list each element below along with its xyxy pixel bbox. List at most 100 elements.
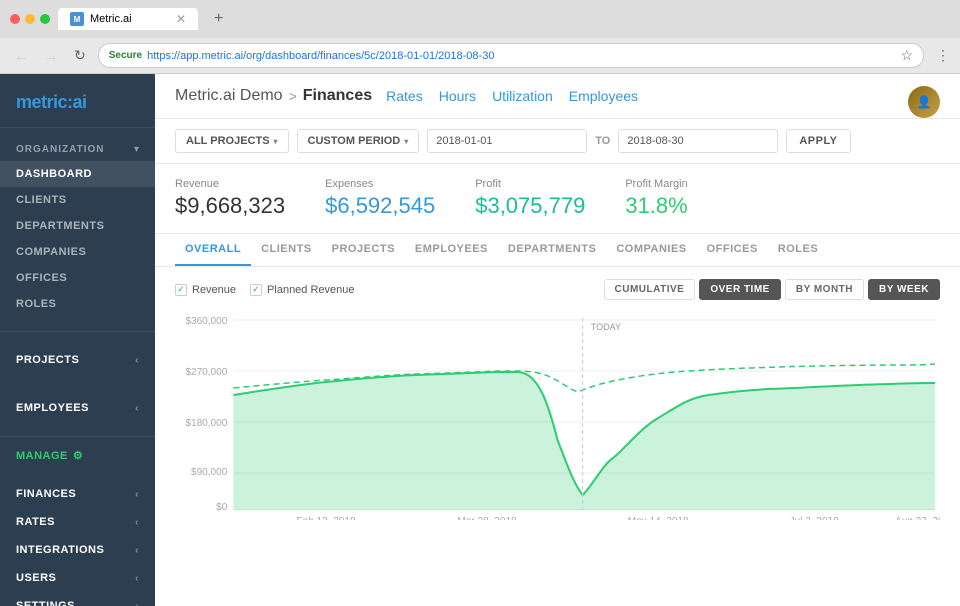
rates-arrow-icon: ‹	[135, 517, 139, 528]
cumulative-button[interactable]: CUMULATIVE	[604, 279, 696, 300]
over-time-button[interactable]: OVER TIME	[699, 279, 781, 300]
by-month-button[interactable]: BY MONTH	[785, 279, 864, 300]
breadcrumb-separator: >	[289, 88, 297, 104]
planned-checkbox[interactable]: ✓	[250, 284, 262, 296]
date-to-input[interactable]	[618, 129, 778, 153]
close-window-button[interactable]	[10, 14, 20, 24]
x-label-mar28: Mar 28, 2018	[457, 516, 517, 520]
tab-overall[interactable]: OVERALL	[175, 234, 251, 266]
minimize-window-button[interactable]	[25, 14, 35, 24]
y-label-90k: $90,000	[191, 467, 228, 478]
legend-planned: ✓ Planned Revenue	[250, 284, 354, 296]
rates-label: RATES	[16, 516, 55, 528]
app-container: metric:ai ORGANIZATION ▾ DASHBOARD CLIEN…	[0, 74, 960, 606]
sidebar-divider-1	[0, 331, 155, 332]
legend-revenue-label: Revenue	[192, 284, 236, 296]
chart-legend: ✓ Revenue ✓ Planned Revenue	[175, 284, 355, 296]
legend-revenue: ✓ Revenue	[175, 284, 236, 296]
today-label: TODAY	[591, 322, 621, 332]
dashboard-label: DASHBOARD	[16, 168, 92, 180]
sidebar-item-clients[interactable]: CLIENTS	[0, 187, 155, 213]
y-label-0: $0	[216, 502, 228, 513]
users-arrow-icon: ‹	[135, 573, 139, 584]
url-path: /org/dashboard/finances/5c/2018-01-01/20…	[243, 50, 494, 62]
finances-group-header[interactable]: FINANCES ‹	[0, 480, 155, 508]
expenses-stat: Expenses $6,592,545	[325, 178, 435, 219]
main-content: Metric.ai Demo > Finances Rates Hours Ut…	[155, 74, 960, 606]
maximize-window-button[interactable]	[40, 14, 50, 24]
back-button[interactable]: ←	[10, 46, 32, 66]
address-bar[interactable]: Secure https://app.metric.ai/org/dashboa…	[98, 43, 924, 68]
expenses-value: $6,592,545	[325, 193, 435, 219]
browser-titlebar: M Metric.ai ✕ +	[0, 0, 960, 38]
custom-period-label: CUSTOM PERIOD	[308, 135, 401, 147]
forward-button[interactable]: →	[40, 46, 62, 66]
finances-arrow-icon: ‹	[135, 489, 139, 500]
breadcrumb-links: Rates Hours Utilization Employees	[386, 88, 638, 104]
y-label-270k: $270,000	[185, 367, 227, 378]
all-projects-arrow-icon: ▾	[274, 137, 278, 146]
by-week-button[interactable]: BY WEEK	[868, 279, 940, 300]
new-tab-button[interactable]: +	[206, 6, 231, 32]
tab-clients[interactable]: CLIENTS	[251, 234, 322, 266]
tab-offices[interactable]: OFFICES	[697, 234, 768, 266]
tab-companies[interactable]: COMPANIES	[606, 234, 696, 266]
tab-roles[interactable]: ROLES	[768, 234, 828, 266]
employees-section: EMPLOYEES ‹	[0, 384, 155, 432]
refresh-button[interactable]: ↻	[70, 45, 90, 66]
logo-accent: :ai	[67, 92, 87, 112]
date-from-input[interactable]	[427, 129, 587, 153]
employees-arrow-icon: ‹	[135, 403, 139, 414]
org-section-header[interactable]: ORGANIZATION ▾	[0, 138, 155, 161]
rates-group-header[interactable]: RATES ‹	[0, 508, 155, 536]
bookmark-icon[interactable]: ☆	[900, 47, 913, 64]
x-label-aug27: Aug 27, 2018	[895, 516, 940, 520]
nav-rates-link[interactable]: Rates	[386, 88, 423, 104]
employees-group-header[interactable]: EMPLOYEES ‹	[0, 394, 155, 422]
sidebar-item-roles[interactable]: ROLES	[0, 291, 155, 317]
revenue-checkbox[interactable]: ✓	[175, 284, 187, 296]
revenue-value: $9,668,323	[175, 193, 285, 219]
nav-utilization-link[interactable]: Utilization	[492, 88, 553, 104]
user-avatar[interactable]: 👤	[908, 86, 940, 118]
org-arrow-icon: ▾	[134, 144, 139, 155]
secure-badge: Secure	[109, 50, 142, 61]
breadcrumb-current: Finances	[303, 87, 372, 105]
tab-projects[interactable]: PROJECTS	[322, 234, 405, 266]
breadcrumb-org: Metric.ai Demo	[175, 87, 283, 105]
tab-close-button[interactable]: ✕	[176, 12, 186, 26]
tab-favicon: M	[70, 12, 84, 26]
all-projects-label: ALL PROJECTS	[186, 135, 270, 147]
users-group-header[interactable]: USERS ‹	[0, 564, 155, 592]
manage-header: MANAGE ⚙	[0, 441, 155, 470]
tab-title: Metric.ai	[90, 13, 132, 25]
org-section: ORGANIZATION ▾ DASHBOARD CLIENTS DEPARTM…	[0, 128, 155, 327]
tab-employees[interactable]: EMPLOYEES	[405, 234, 498, 266]
custom-period-dropdown[interactable]: CUSTOM PERIOD ▾	[297, 129, 420, 153]
departments-label: DEPARTMENTS	[16, 220, 104, 232]
revenue-label: Revenue	[175, 178, 285, 190]
settings-group-header[interactable]: SETTINGS ‹	[0, 592, 155, 606]
apply-button[interactable]: APPLY	[786, 129, 850, 153]
nav-employees-link[interactable]: Employees	[569, 88, 638, 104]
sidebar-item-companies[interactable]: COMPANIES	[0, 239, 155, 265]
sidebar-item-offices[interactable]: OFFICES	[0, 265, 155, 291]
browser-menu-icon[interactable]: ⋮	[936, 47, 950, 64]
tab-departments[interactable]: DEPARTMENTS	[498, 234, 606, 266]
projects-group-header[interactable]: PROJECTS ‹	[0, 346, 155, 374]
chart-container: $360,000 $270,000 $180,000 $90,000 $0	[175, 310, 940, 520]
integrations-group-header[interactable]: INTEGRATIONS ‹	[0, 536, 155, 564]
browser-tab[interactable]: M Metric.ai ✕	[58, 8, 198, 30]
filters-bar: ALL PROJECTS ▾ CUSTOM PERIOD ▾ TO APPLY	[155, 119, 960, 164]
sidebar-item-dashboard[interactable]: DASHBOARD	[0, 161, 155, 187]
chart-area: ✓ Revenue ✓ Planned Revenue CUMULATIVE O…	[155, 267, 960, 606]
finances-label: FINANCES	[16, 488, 76, 500]
y-label-360k: $360,000	[185, 316, 227, 327]
browser-chrome: M Metric.ai ✕ + ← → ↻ Secure https://app…	[0, 0, 960, 74]
projects-label: PROJECTS	[16, 354, 79, 366]
all-projects-dropdown[interactable]: ALL PROJECTS ▾	[175, 129, 289, 153]
sidebar-item-departments[interactable]: DEPARTMENTS	[0, 213, 155, 239]
nav-hours-link[interactable]: Hours	[439, 88, 476, 104]
logo: metric:ai	[16, 92, 139, 113]
revenue-chart: $360,000 $270,000 $180,000 $90,000 $0	[175, 310, 940, 520]
